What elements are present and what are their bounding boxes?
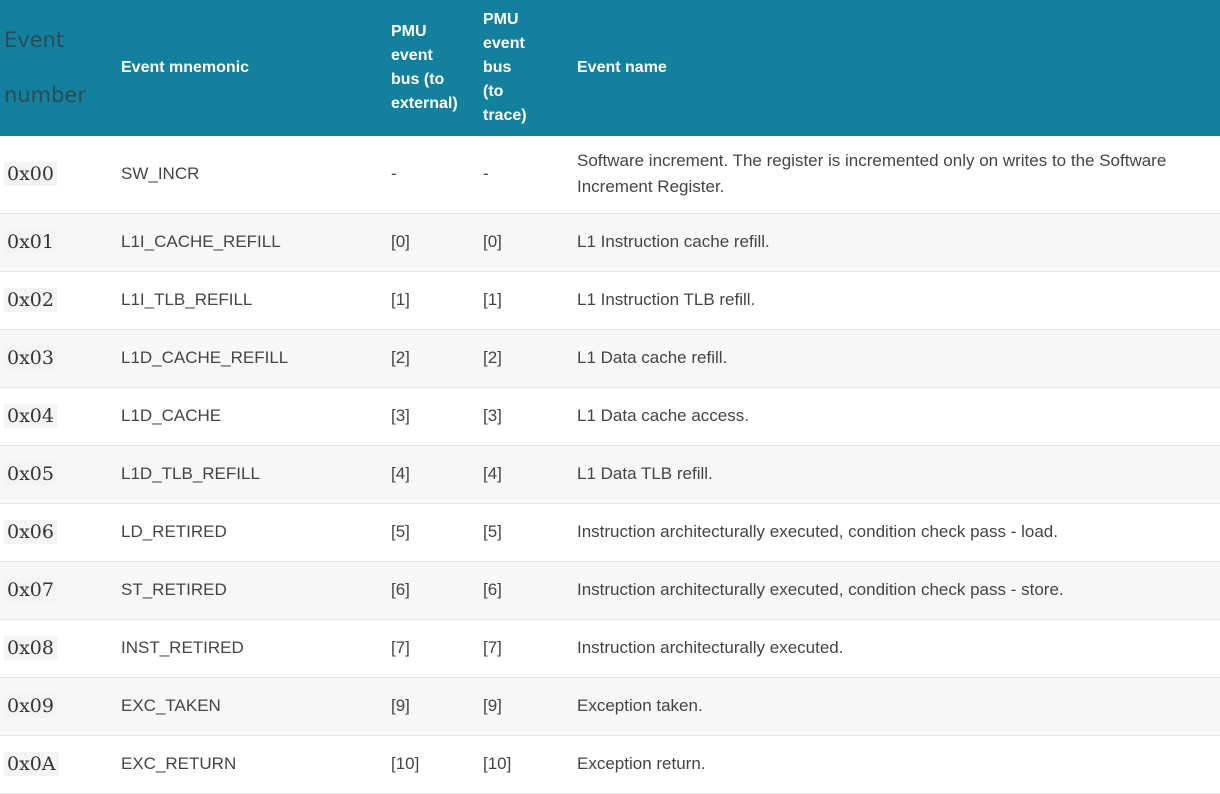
cell-event-number: 0x05 [0, 445, 108, 503]
header-row: Event number Event mnemonic PMU event bu… [0, 0, 1220, 136]
cell-event-number: 0x09 [0, 677, 108, 735]
cell-event-number: 0x07 [0, 561, 108, 619]
table-row: 0x07 ST_RETIRED [6] [6] Instruction arch… [0, 561, 1220, 619]
cell-pmu-external: [10] [391, 754, 420, 773]
cell-mnemonic: LD_RETIRED [121, 522, 227, 541]
header-line: PMU [391, 23, 427, 40]
cell-pmu-external: [2] [391, 348, 410, 367]
header-line: Event [4, 28, 65, 52]
table-row: 0x08 INST_RETIRED [7] [7] Instruction ar… [0, 619, 1220, 677]
cell-mnemonic: L1I_TLB_REFILL [121, 290, 253, 309]
cell-pmu-trace: [1] [483, 290, 502, 309]
cell-pmu-trace: [5] [483, 522, 502, 541]
header-line: trace) [483, 107, 527, 124]
cell-event-name: Software increment. The register is incr… [577, 151, 1167, 197]
cell-mnemonic: L1D_TLB_REFILL [121, 464, 260, 483]
cell-event-name: L1 Data TLB refill. [577, 464, 713, 483]
table-row: 0x06 LD_RETIRED [5] [5] Instruction arch… [0, 503, 1220, 561]
cell-mnemonic: EXC_TAKEN [121, 696, 221, 715]
header-line: number [4, 83, 86, 107]
pmu-events-table: Event number Event mnemonic PMU event bu… [0, 0, 1220, 794]
cell-pmu-trace: [2] [483, 348, 502, 367]
cell-event-number: 0x02 [0, 271, 108, 329]
header-line: PMU [483, 11, 519, 28]
table-body: 0x00 SW_INCR - - Software increment. The… [0, 136, 1220, 793]
cell-pmu-external: [1] [391, 290, 410, 309]
cell-mnemonic: INST_RETIRED [121, 638, 244, 657]
table-row: 0x0A EXC_RETURN [10] [10] Exception retu… [0, 735, 1220, 793]
table-row: 0x00 SW_INCR - - Software increment. The… [0, 136, 1220, 213]
event-number-code: 0x03 [4, 345, 57, 370]
cell-mnemonic: SW_INCR [121, 164, 200, 184]
cell-event-name: L1 Instruction cache refill. [577, 232, 770, 251]
event-number-code: 0x06 [4, 519, 57, 544]
header-line: bus (to [391, 71, 445, 88]
table-row: 0x01 L1I_CACHE_REFILL [0] [0] L1 Instruc… [0, 213, 1220, 271]
header-line: event [391, 47, 433, 64]
cell-pmu-external: [4] [391, 464, 410, 483]
table-row: 0x03 L1D_CACHE_REFILL [2] [2] L1 Data ca… [0, 329, 1220, 387]
event-number-code: 0x00 [4, 161, 57, 186]
cell-pmu-trace: [7] [483, 638, 502, 657]
table-header: Event number Event mnemonic PMU event bu… [0, 0, 1220, 136]
cell-pmu-external: [7] [391, 638, 410, 657]
cell-mnemonic: ST_RETIRED [121, 580, 227, 599]
event-number-code: 0x05 [4, 461, 57, 486]
header-line: external) [391, 95, 458, 112]
event-number-code: 0x08 [4, 635, 57, 660]
header-event-name: Event name [577, 59, 667, 76]
header-pmu-trace: PMU event bus (to trace) [482, 0, 564, 136]
event-number-code: 0x01 [4, 229, 57, 254]
table-row: 0x02 L1I_TLB_REFILL [1] [1] L1 Instructi… [0, 271, 1220, 329]
cell-event-name: L1 Data cache access. [577, 406, 749, 425]
cell-event-name: Instruction architecturally executed. [577, 638, 844, 657]
cell-pmu-external: [5] [391, 522, 410, 541]
header-line: event [483, 35, 525, 52]
header-event-mnemonic: Event mnemonic [121, 59, 250, 76]
cell-event-number: 0x00 [0, 136, 108, 213]
header-pmu-external: PMU event bus (to external) [378, 0, 482, 136]
cell-mnemonic: L1I_CACHE_REFILL [121, 232, 281, 251]
event-number-code: 0x02 [4, 287, 57, 312]
event-number-code: 0x0A [4, 751, 59, 776]
cell-event-name: Instruction architecturally executed, co… [577, 522, 1058, 541]
cell-pmu-external: [9] [391, 696, 410, 715]
event-number-code: 0x09 [4, 693, 57, 718]
cell-event-number: 0x08 [0, 619, 108, 677]
event-number-code: 0x07 [4, 577, 57, 602]
cell-mnemonic: EXC_RETURN [121, 754, 237, 773]
event-number-code: 0x04 [4, 403, 57, 428]
cell-event-name: L1 Data cache refill. [577, 348, 728, 367]
cell-event-number: 0x03 [0, 329, 108, 387]
cell-pmu-trace: [3] [483, 406, 502, 425]
cell-pmu-trace: [4] [483, 464, 502, 483]
cell-pmu-trace: [6] [483, 580, 502, 599]
cell-pmu-external: - [391, 164, 397, 184]
cell-pmu-trace: [0] [483, 232, 502, 251]
cell-pmu-external: [0] [391, 232, 410, 251]
table-row: 0x04 L1D_CACHE [3] [3] L1 Data cache acc… [0, 387, 1220, 445]
cell-pmu-trace: [9] [483, 696, 502, 715]
header-line: (to [483, 83, 504, 100]
table-row: 0x05 L1D_TLB_REFILL [4] [4] L1 Data TLB … [0, 445, 1220, 503]
table-row: 0x09 EXC_TAKEN [9] [9] Exception taken. [0, 677, 1220, 735]
cell-event-number: 0x0A [0, 735, 108, 793]
cell-pmu-trace: [10] [483, 754, 512, 773]
cell-event-number: 0x01 [0, 213, 108, 271]
cell-event-name: Exception return. [577, 754, 706, 773]
cell-pmu-external: [6] [391, 580, 410, 599]
cell-event-number: 0x06 [0, 503, 108, 561]
header-line: bus [483, 59, 512, 76]
cell-pmu-external: [3] [391, 406, 410, 425]
cell-event-number: 0x04 [0, 387, 108, 445]
header-event-number: Event number [0, 0, 108, 136]
cell-mnemonic: L1D_CACHE [121, 406, 222, 425]
cell-mnemonic: L1D_CACHE_REFILL [121, 348, 289, 367]
cell-event-name: Exception taken. [577, 696, 703, 715]
cell-event-name: L1 Instruction TLB refill. [577, 290, 756, 309]
cell-event-name: Instruction architecturally executed, co… [577, 580, 1064, 599]
cell-pmu-trace: - [483, 164, 489, 184]
